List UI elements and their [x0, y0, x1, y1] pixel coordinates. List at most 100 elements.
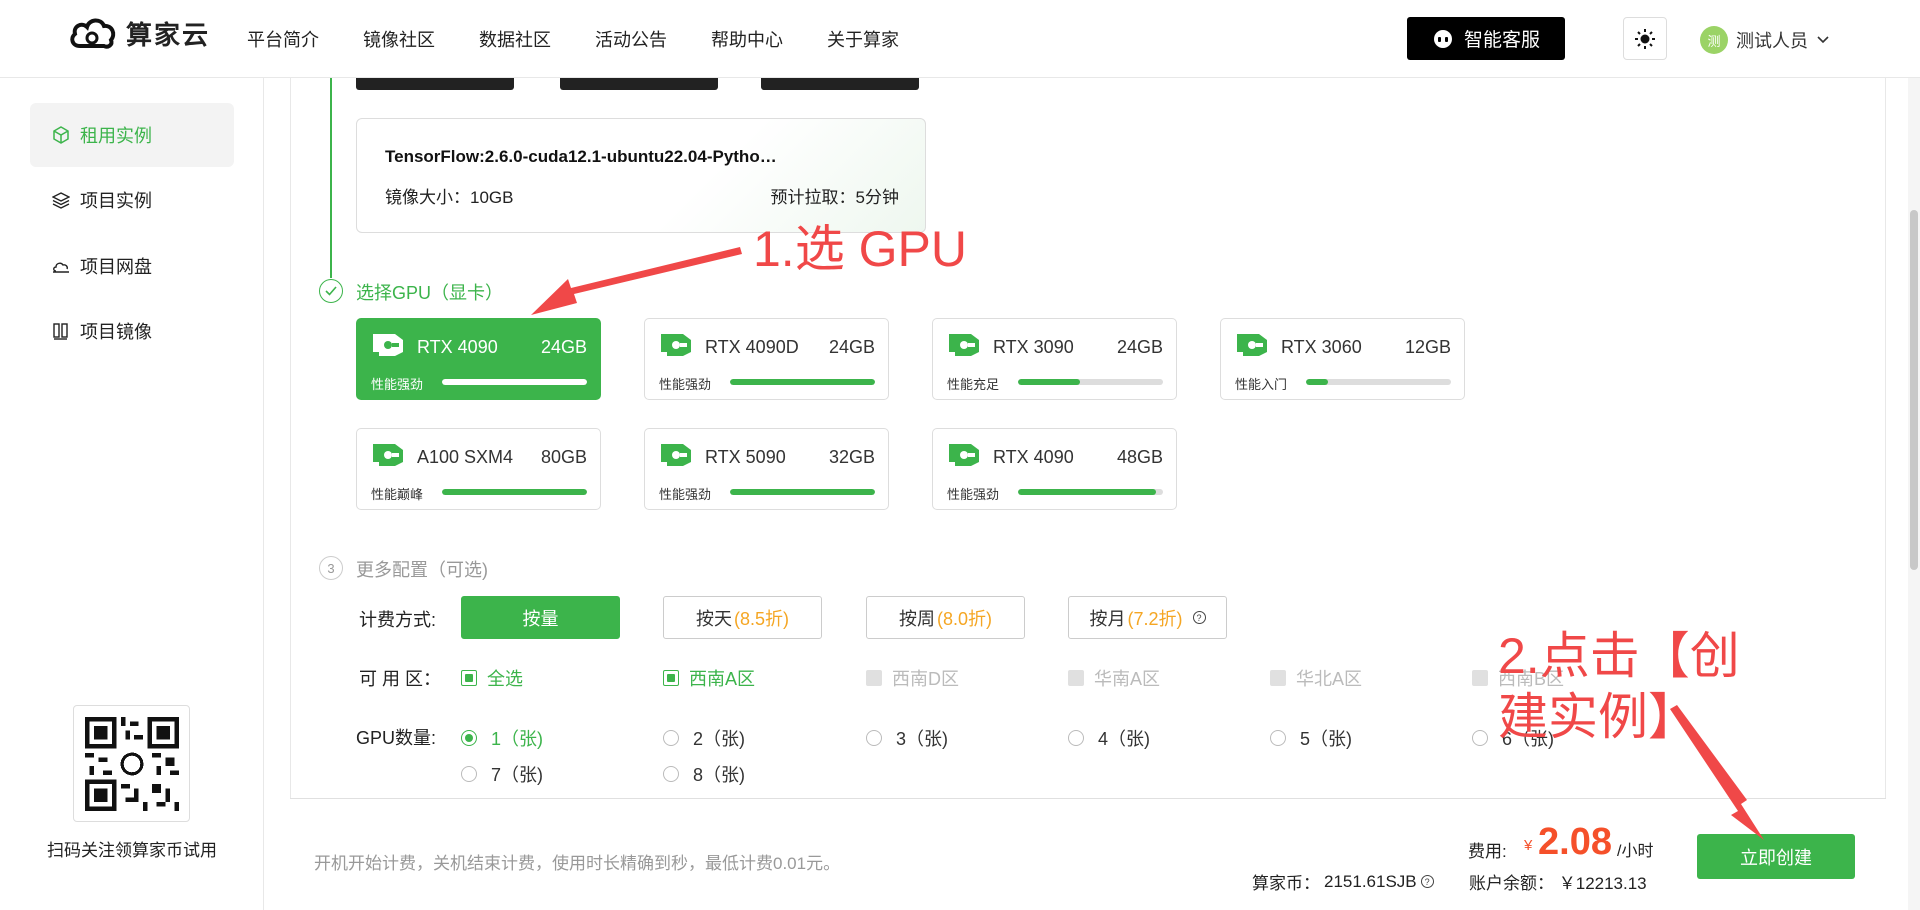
user-menu[interactable]: 测 测试人员: [1700, 26, 1830, 54]
zone-option-text: 华北A区: [1296, 669, 1363, 689]
billing-discount: (7.2折): [1127, 608, 1183, 629]
checkbox[interactable]: [461, 670, 477, 686]
billing-option-weekly[interactable]: 按周 (8.0折): [866, 596, 1025, 639]
radio-button[interactable]: [866, 730, 882, 746]
gpu-count-text: 1（张): [491, 729, 544, 749]
checkbox-disabled: [1472, 670, 1488, 686]
image-tab-stub[interactable]: [761, 78, 919, 90]
brand-logo[interactable]: 算家云: [68, 14, 210, 52]
nav-item-image-community[interactable]: 镜像社区: [363, 26, 435, 52]
cube-icon: [53, 126, 69, 144]
zone-option-all[interactable]: 全选: [461, 665, 523, 691]
billing-option-daily[interactable]: 按天 (8.5折): [663, 596, 822, 639]
gpu-name: RTX 4090: [417, 337, 498, 357]
gpu-name: RTX 5090: [705, 447, 786, 467]
gpu-perf-fill: [1018, 489, 1156, 495]
billing-option-monthly[interactable]: 按月 (7.2折) ?: [1068, 596, 1227, 639]
billing-option-text: 按月: [1089, 608, 1126, 629]
scrollbar-thumb[interactable]: [1910, 210, 1918, 570]
gpu-name: RTX 4090: [993, 447, 1074, 467]
sun-icon: [1635, 28, 1655, 49]
fee-value: 2.08: [1538, 821, 1612, 863]
nav-item-announcements[interactable]: 活动公告: [595, 26, 667, 52]
smart-service-button[interactable]: 智能客服: [1407, 17, 1565, 60]
step-number-icon: 3: [319, 556, 343, 580]
radio-button[interactable]: [1270, 730, 1286, 746]
sidebar-item-label: 项目实例: [80, 191, 152, 211]
gpu-perf-bar: [1306, 379, 1451, 385]
fee-currency: ¥: [1524, 837, 1533, 854]
billing-option-usage[interactable]: 按量: [461, 596, 620, 639]
gpu-card-rtx4090d-24gb[interactable]: RTX 4090D 24GB 性能强劲: [644, 318, 889, 400]
gpu-memory: 12GB: [1404, 337, 1451, 357]
gpu-card-a100-80gb[interactable]: A100 SXM4 80GB 性能巅峰: [356, 428, 601, 510]
nav-item-platform[interactable]: 平台简介: [247, 26, 319, 52]
sidebar-item-project-instance[interactable]: 项目实例: [30, 168, 234, 232]
nav-item-about[interactable]: 关于算家: [827, 26, 899, 52]
selected-image-card[interactable]: TensorFlow:2.6.0-cuda12.1-ubuntu22.04-Py…: [356, 118, 926, 233]
gpu-perf-bar: [730, 379, 875, 385]
gpu-count-label: GPU数量:: [356, 728, 437, 748]
user-name: 测试人员: [1736, 31, 1808, 51]
radio-button[interactable]: [1472, 730, 1488, 746]
radio-button[interactable]: [663, 766, 679, 782]
create-instance-button[interactable]: 立即创建: [1697, 834, 1855, 879]
coin-balance: 算家币： 2151.61SJB ?: [1252, 869, 1434, 894]
theme-toggle-button[interactable]: [1623, 17, 1667, 60]
checkbox[interactable]: [663, 670, 679, 686]
brand-name: 算家云: [126, 19, 211, 50]
image-tab-stub[interactable]: [560, 78, 718, 90]
gpu-count-text: 4（张): [1098, 729, 1151, 749]
check-icon: [325, 286, 337, 296]
gpu-name: A100 SXM4: [417, 447, 514, 467]
radio-button[interactable]: [461, 730, 477, 746]
gpu-card-rtx4090-48gb[interactable]: RTX 4090 48GB 性能强劲: [932, 428, 1177, 510]
image-tab-stub[interactable]: [356, 78, 514, 90]
sidebar-item-rent-instance[interactable]: 租用实例: [30, 103, 234, 167]
radio-button[interactable]: [1068, 730, 1084, 746]
gpu-count-option-2[interactable]: 2（张): [663, 725, 745, 751]
annotation-step1: 1.选 GPU: [753, 221, 967, 277]
gpu-count-option-7[interactable]: 7（张): [461, 761, 543, 787]
sidebar-item-project-drive[interactable]: 项目网盘: [30, 234, 234, 298]
account-balance: 账户余额： ￥12213.13: [1469, 869, 1647, 894]
balance-label: 账户余额：: [1469, 874, 1554, 893]
checkbox-disabled: [866, 670, 882, 686]
gpu-card-rtx3060-12gb[interactable]: RTX 3060 12GB 性能入门: [1220, 318, 1465, 400]
gpu-count-option-5[interactable]: 5（张): [1270, 725, 1352, 751]
avatar: 测: [1700, 26, 1728, 54]
zone-option-southwest-a[interactable]: 西南A区: [663, 665, 755, 691]
gpu-memory: 80GB: [540, 447, 587, 467]
gpu-perf-fill: [442, 379, 587, 385]
radio-button[interactable]: [461, 766, 477, 782]
nav-item-data-community[interactable]: 数据社区: [479, 26, 551, 52]
gpu-card-rtx3090-24gb[interactable]: RTX 3090 24GB 性能充足: [932, 318, 1177, 400]
gpu-count-option-3[interactable]: 3（张): [866, 725, 948, 751]
gpu-count-option-8[interactable]: 8（张): [663, 761, 745, 787]
billing-note: 开机开始计费，关机结束计费，使用时长精确到秒，最低计费0.01元。: [314, 854, 841, 873]
gpu-count-text: 2（张): [693, 729, 746, 749]
billing-option-text: 按周: [898, 608, 935, 629]
radio-button[interactable]: [663, 730, 679, 746]
gpu-perf-fill: [1306, 379, 1328, 385]
zone-option-text: 华南A区: [1094, 669, 1161, 689]
gpu-memory: 24GB: [1116, 337, 1163, 357]
zone-option-text: 西南D区: [892, 669, 959, 689]
top-header: 算家云 平台简介 镜像社区 数据社区 活动公告 帮助中心 关于算家 智能客服 测…: [0, 0, 1920, 78]
gpu-count-option-4[interactable]: 4（张): [1068, 725, 1150, 751]
gpu-card-rtx4090-24gb[interactable]: RTX 4090 24GB 性能强劲: [356, 318, 601, 400]
checkbox-disabled: [1270, 670, 1286, 686]
help-icon[interactable]: ?: [1192, 611, 1206, 624]
step-done-icon: [319, 279, 343, 303]
billing-option-text: 按量: [522, 608, 559, 629]
headset-icon: [1433, 29, 1452, 48]
billing-option-text: 按天: [695, 608, 732, 629]
sidebar-item-project-image[interactable]: 项目镜像: [30, 299, 234, 363]
gpu-card-rtx5090-32gb[interactable]: RTX 5090 32GB 性能强劲: [644, 428, 889, 510]
help-icon[interactable]: ?: [1420, 875, 1434, 888]
qr-caption: 扫码关注领算家币试用: [47, 841, 217, 860]
gpu-level: 性能强劲: [659, 487, 712, 502]
nav-item-help[interactable]: 帮助中心: [711, 26, 783, 52]
zone-option-southwest-d: 西南D区: [866, 665, 959, 691]
gpu-count-option-1[interactable]: 1（张): [461, 725, 543, 751]
